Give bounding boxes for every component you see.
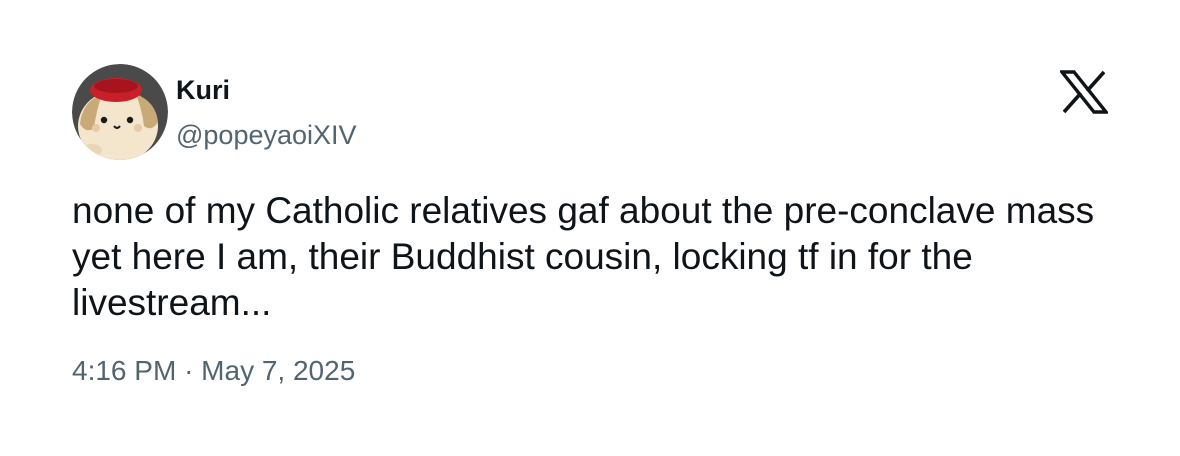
timestamp-separator: · [184,355,194,386]
hamster-avatar-icon [72,64,168,160]
x-logo-icon[interactable] [1058,70,1110,114]
author-handle[interactable]: @popeyaoiXIV [176,119,357,151]
tweet-time[interactable]: 4:16 PM [72,355,176,386]
avatar[interactable] [72,64,168,160]
tweet-date[interactable]: May 7, 2025 [201,355,355,386]
tweet-timestamp: 4:16 PM · May 7, 2025 [72,353,355,389]
tweet-card: Kuri @popeyaoiXIV none of my Catholic re… [0,0,1180,456]
tweet-text: none of my Catholic relatives gaf about … [72,190,1095,323]
author-display-name[interactable]: Kuri [176,74,230,106]
